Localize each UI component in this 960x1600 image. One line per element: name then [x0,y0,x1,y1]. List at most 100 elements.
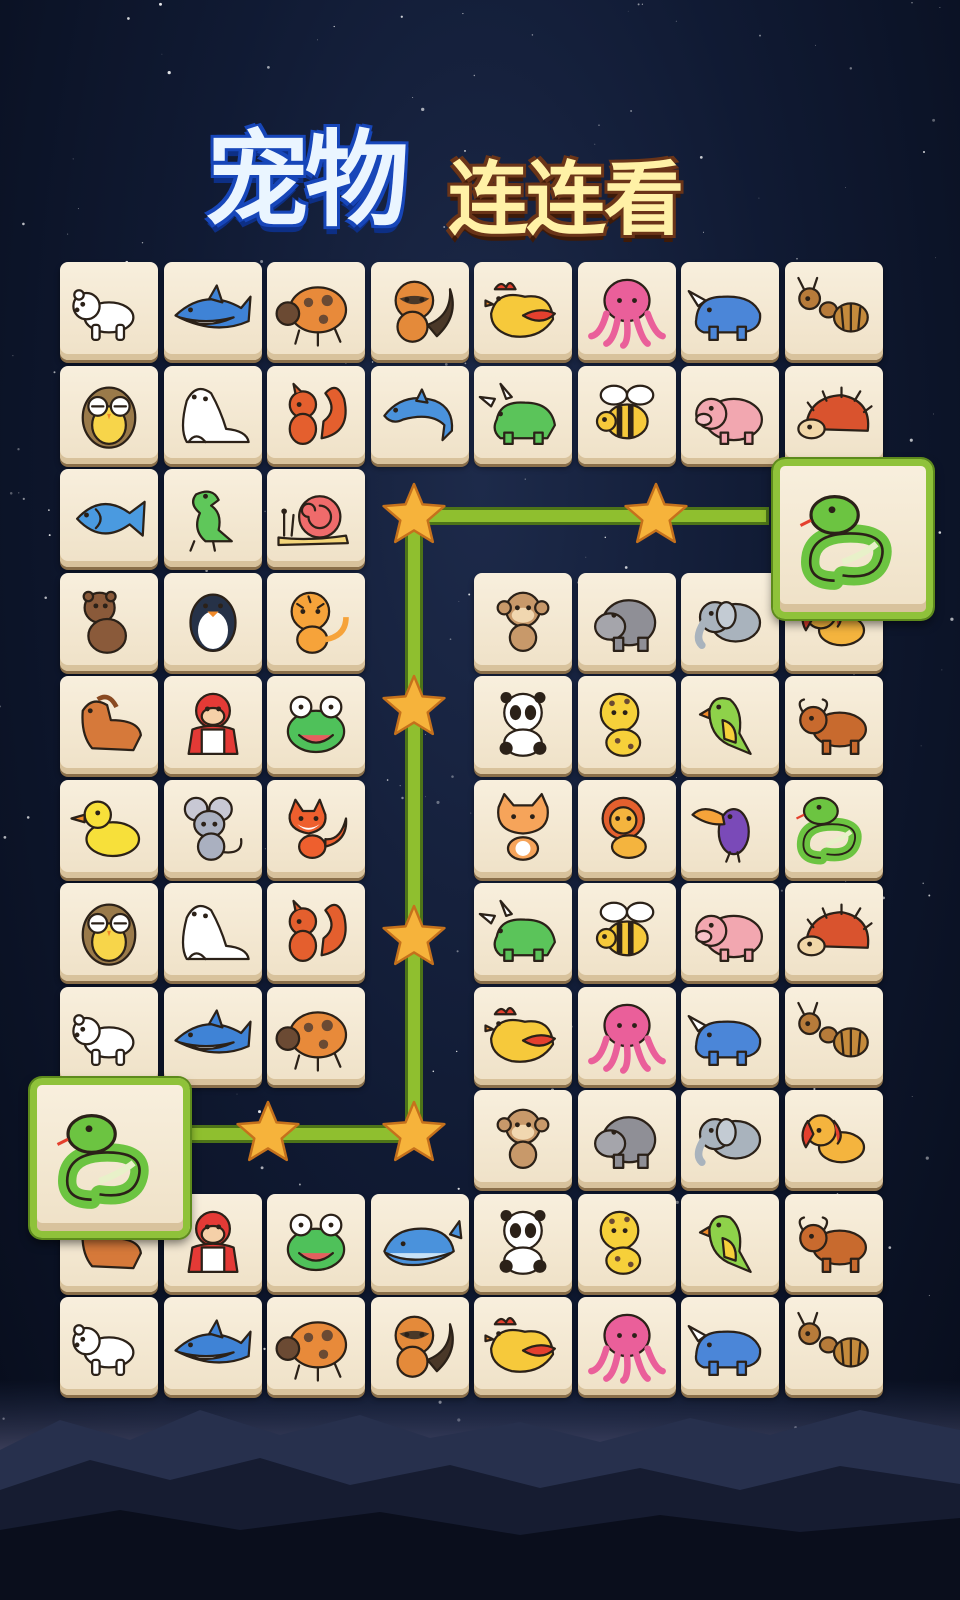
tile-hedgehog[interactable] [784,365,883,464]
tile-raccoon[interactable] [370,262,469,360]
tile-leopard[interactable] [577,676,676,774]
tile-mouse[interactable] [163,779,262,878]
tile-squirrel[interactable] [267,365,365,464]
tile-fish[interactable] [60,469,158,567]
gorilla-icon [187,692,238,755]
tile-leopard[interactable] [577,1193,676,1292]
tile-frog[interactable] [267,1193,365,1292]
tile-parrot[interactable] [681,676,779,774]
tile-lion[interactable] [577,779,676,878]
tile-gorilla[interactable] [163,676,262,774]
rhino-icon [687,290,762,341]
tile-ox[interactable] [784,1193,883,1292]
tile-frog[interactable] [267,676,365,774]
tile-panda[interactable] [474,1193,572,1292]
tile-dinosaur[interactable] [163,469,262,567]
tile-ant[interactable] [784,262,883,360]
tile-rooster[interactable] [474,262,572,360]
octopus-icon [587,1313,666,1384]
panda-icon [499,692,547,757]
snake-icon [799,495,892,590]
tile-hedgehog[interactable] [784,883,883,981]
tile-toucan[interactable] [681,779,779,878]
tile-parrot[interactable] [681,1193,779,1292]
tile-dolphin[interactable] [370,365,469,464]
tile-tiger[interactable] [267,572,365,671]
tile-panda[interactable] [474,676,572,774]
triceratops-icon [478,382,556,445]
mouse-icon [183,796,242,861]
tile-snake[interactable] [772,459,933,619]
tile-rhino[interactable] [681,986,779,1085]
tile-raccoon[interactable] [370,1297,469,1395]
tile-pig[interactable] [681,883,779,981]
tile-rhino[interactable] [681,262,779,360]
tile-shark[interactable] [163,262,262,360]
owl-icon [81,903,137,966]
tile-ladybug[interactable] [267,1297,365,1395]
ox-icon [798,698,867,755]
polar-bear-icon [72,1324,135,1376]
snail-icon [277,495,349,547]
whale-icon [382,1219,462,1266]
tile-ox[interactable] [784,676,883,774]
tile-triceratops[interactable] [474,883,572,981]
tile-fox[interactable] [267,779,365,878]
ant-icon [796,1311,869,1368]
rooster-icon [484,1006,556,1063]
tile-snake[interactable] [30,1078,190,1238]
tile-hippo[interactable] [577,1090,676,1188]
rooster-icon [484,1317,556,1373]
tile-ant[interactable] [784,1297,883,1395]
tile-triceratops[interactable] [474,365,572,464]
tile-bee[interactable] [577,365,676,464]
tile-owl[interactable] [60,365,158,464]
tile-hippo[interactable] [577,572,676,671]
tile-pig[interactable] [681,365,779,464]
tile-cat[interactable] [474,779,572,878]
tile-elephant[interactable] [681,1090,779,1188]
leopard-icon [599,692,641,757]
tile-penguin[interactable] [163,572,262,671]
tile-rooster[interactable] [474,986,572,1085]
tile-bear[interactable] [60,572,158,671]
tile-rhino[interactable] [681,1297,779,1395]
polar-bear-icon [72,289,135,341]
tile-octopus[interactable] [577,1297,676,1395]
tile-squirrel[interactable] [267,883,365,981]
tile-bee[interactable] [577,883,676,981]
tile-whale[interactable] [370,1193,469,1292]
tile-seal[interactable] [163,883,262,981]
elephant-icon [694,1118,762,1166]
monkey-icon [496,1108,550,1169]
tile-horse[interactable] [60,676,158,774]
tile-monkey[interactable] [474,1090,572,1188]
tile-ladybug[interactable] [267,262,365,360]
rooster-icon [484,282,556,338]
tile-monkey[interactable] [474,572,572,671]
tile-ladybug[interactable] [267,986,365,1085]
tile-shark[interactable] [163,986,262,1085]
tile-owl[interactable] [60,883,158,981]
tile-shark[interactable] [163,1297,262,1395]
ant-icon [796,1001,869,1058]
tile-octopus[interactable] [577,262,676,360]
game-board [0,0,960,1600]
tile-rooster[interactable] [474,1297,572,1395]
tile-octopus[interactable] [577,986,676,1085]
tile-dog[interactable] [784,1090,883,1188]
octopus-icon [587,1003,666,1074]
tile-ant[interactable] [784,986,883,1085]
tile-snail[interactable] [267,469,365,567]
tile-seal[interactable] [163,365,262,464]
tile-polar-bear[interactable] [60,1297,158,1395]
seal-icon [181,904,250,961]
raccoon-icon [394,1315,454,1378]
dolphin-icon [382,387,453,441]
ant-icon [796,276,869,333]
tile-duck[interactable] [60,779,158,878]
tile-polar-bear[interactable] [60,262,158,360]
tile-snake[interactable] [784,779,883,878]
tile-polar-bear[interactable] [60,986,158,1085]
tile-elephant[interactable] [681,572,779,671]
